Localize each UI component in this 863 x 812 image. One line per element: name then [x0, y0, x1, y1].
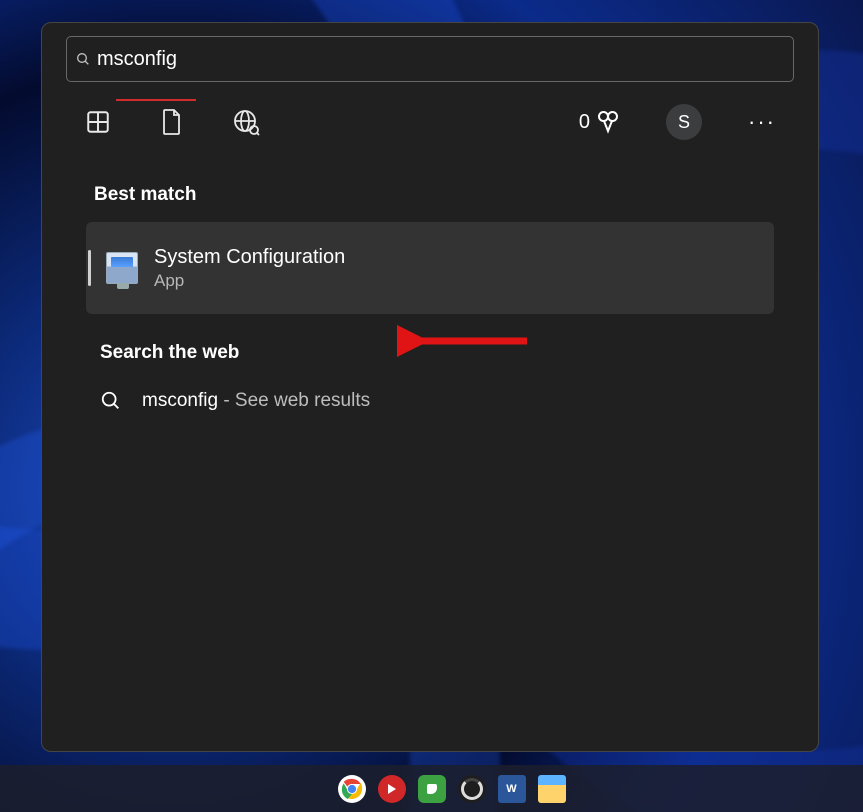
taskbar-word-icon[interactable]: W: [498, 775, 526, 803]
taskbar-file-explorer-icon[interactable]: [538, 775, 566, 803]
documents-filter-icon[interactable]: [158, 108, 186, 136]
spellcheck-underline: [116, 99, 196, 101]
system-configuration-icon: [106, 252, 138, 284]
result-title: System Configuration: [154, 246, 345, 269]
taskbar: W: [0, 765, 863, 812]
selection-indicator: [88, 250, 91, 286]
rewards-points[interactable]: 0: [579, 110, 620, 134]
search-box[interactable]: [66, 36, 794, 82]
search-input[interactable]: [97, 48, 785, 71]
taskbar-chat-icon[interactable]: [418, 775, 446, 803]
start-button[interactable]: [298, 775, 326, 803]
account-avatar[interactable]: S: [666, 104, 702, 140]
rewards-icon: [596, 110, 620, 134]
search-icon: [75, 51, 91, 67]
web-suffix: - See web results: [223, 390, 370, 411]
best-match-result[interactable]: System Configuration App: [86, 222, 774, 314]
web-term: msconfig: [142, 390, 218, 411]
start-search-panel: 0 S ··· Best match System Configuration …: [41, 22, 819, 752]
taskbar-sync-icon[interactable]: [458, 775, 486, 803]
more-options-icon[interactable]: ···: [748, 109, 776, 135]
points-count: 0: [579, 111, 590, 134]
search-the-web-heading: Search the web: [100, 342, 818, 364]
taskbar-youtube-icon[interactable]: [378, 775, 406, 803]
search-filters-row: 0 S ···: [42, 82, 818, 140]
best-match-heading: Best match: [94, 184, 818, 206]
taskbar-chrome-icon[interactable]: [338, 775, 366, 803]
web-search-result[interactable]: msconfig - See web results: [100, 390, 818, 412]
search-icon: [100, 390, 122, 412]
result-subtitle: App: [154, 271, 345, 291]
web-filter-icon[interactable]: [232, 108, 260, 136]
apps-filter-icon[interactable]: [84, 108, 112, 136]
avatar-initial: S: [678, 112, 690, 133]
